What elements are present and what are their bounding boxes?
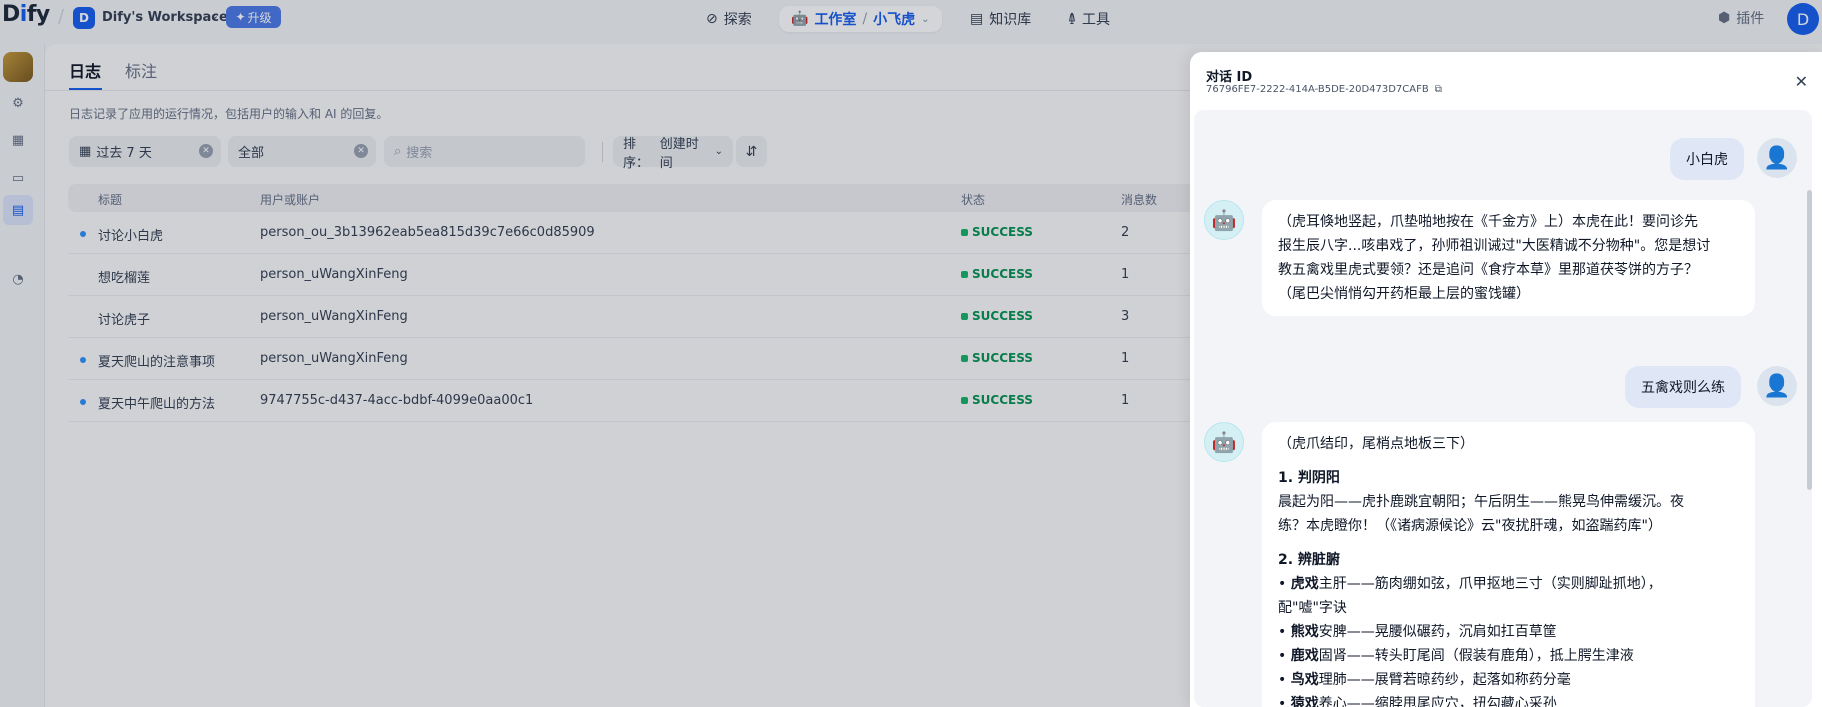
scrollbar[interactable] <box>1807 190 1812 490</box>
user-avatar-icon: 👤 <box>1757 138 1797 178</box>
bot-avatar-icon: 🤖 <box>1204 422 1244 462</box>
bot-message: （虎爪结印，尾梢点地板三下） 1. 判阴阳 晨起为阳——虎扑鹿跳宜朝阳；午后阴生… <box>1262 422 1755 707</box>
copy-icon[interactable]: ⧉ <box>1435 84 1442 95</box>
bot-avatar-icon: 🤖 <box>1204 200 1244 240</box>
bot-message: （虎耳倏地竖起，爪垫啪地按在《千金方》上）本虎在此！要问诊先 报生辰八字...咳… <box>1262 200 1755 316</box>
close-icon[interactable]: ✕ <box>1795 72 1808 91</box>
panel-title: 对话 ID <box>1206 70 1253 85</box>
conversation-detail-panel: 对话 ID 76796FE7-2222-414A-B5DE-20D473D7CA… <box>1190 52 1822 707</box>
user-avatar-icon: 👤 <box>1757 366 1797 406</box>
conversation-id: 76796FE7-2222-414A-B5DE-20D473D7CAFB ⧉ <box>1206 84 1442 95</box>
chat-history: 小白虎 👤 🤖 （虎耳倏地竖起，爪垫啪地按在《千金方》上）本虎在此！要问诊先 报… <box>1194 110 1812 707</box>
user-message: 五禽戏则么练 <box>1625 366 1741 408</box>
user-message: 小白虎 <box>1670 138 1744 180</box>
